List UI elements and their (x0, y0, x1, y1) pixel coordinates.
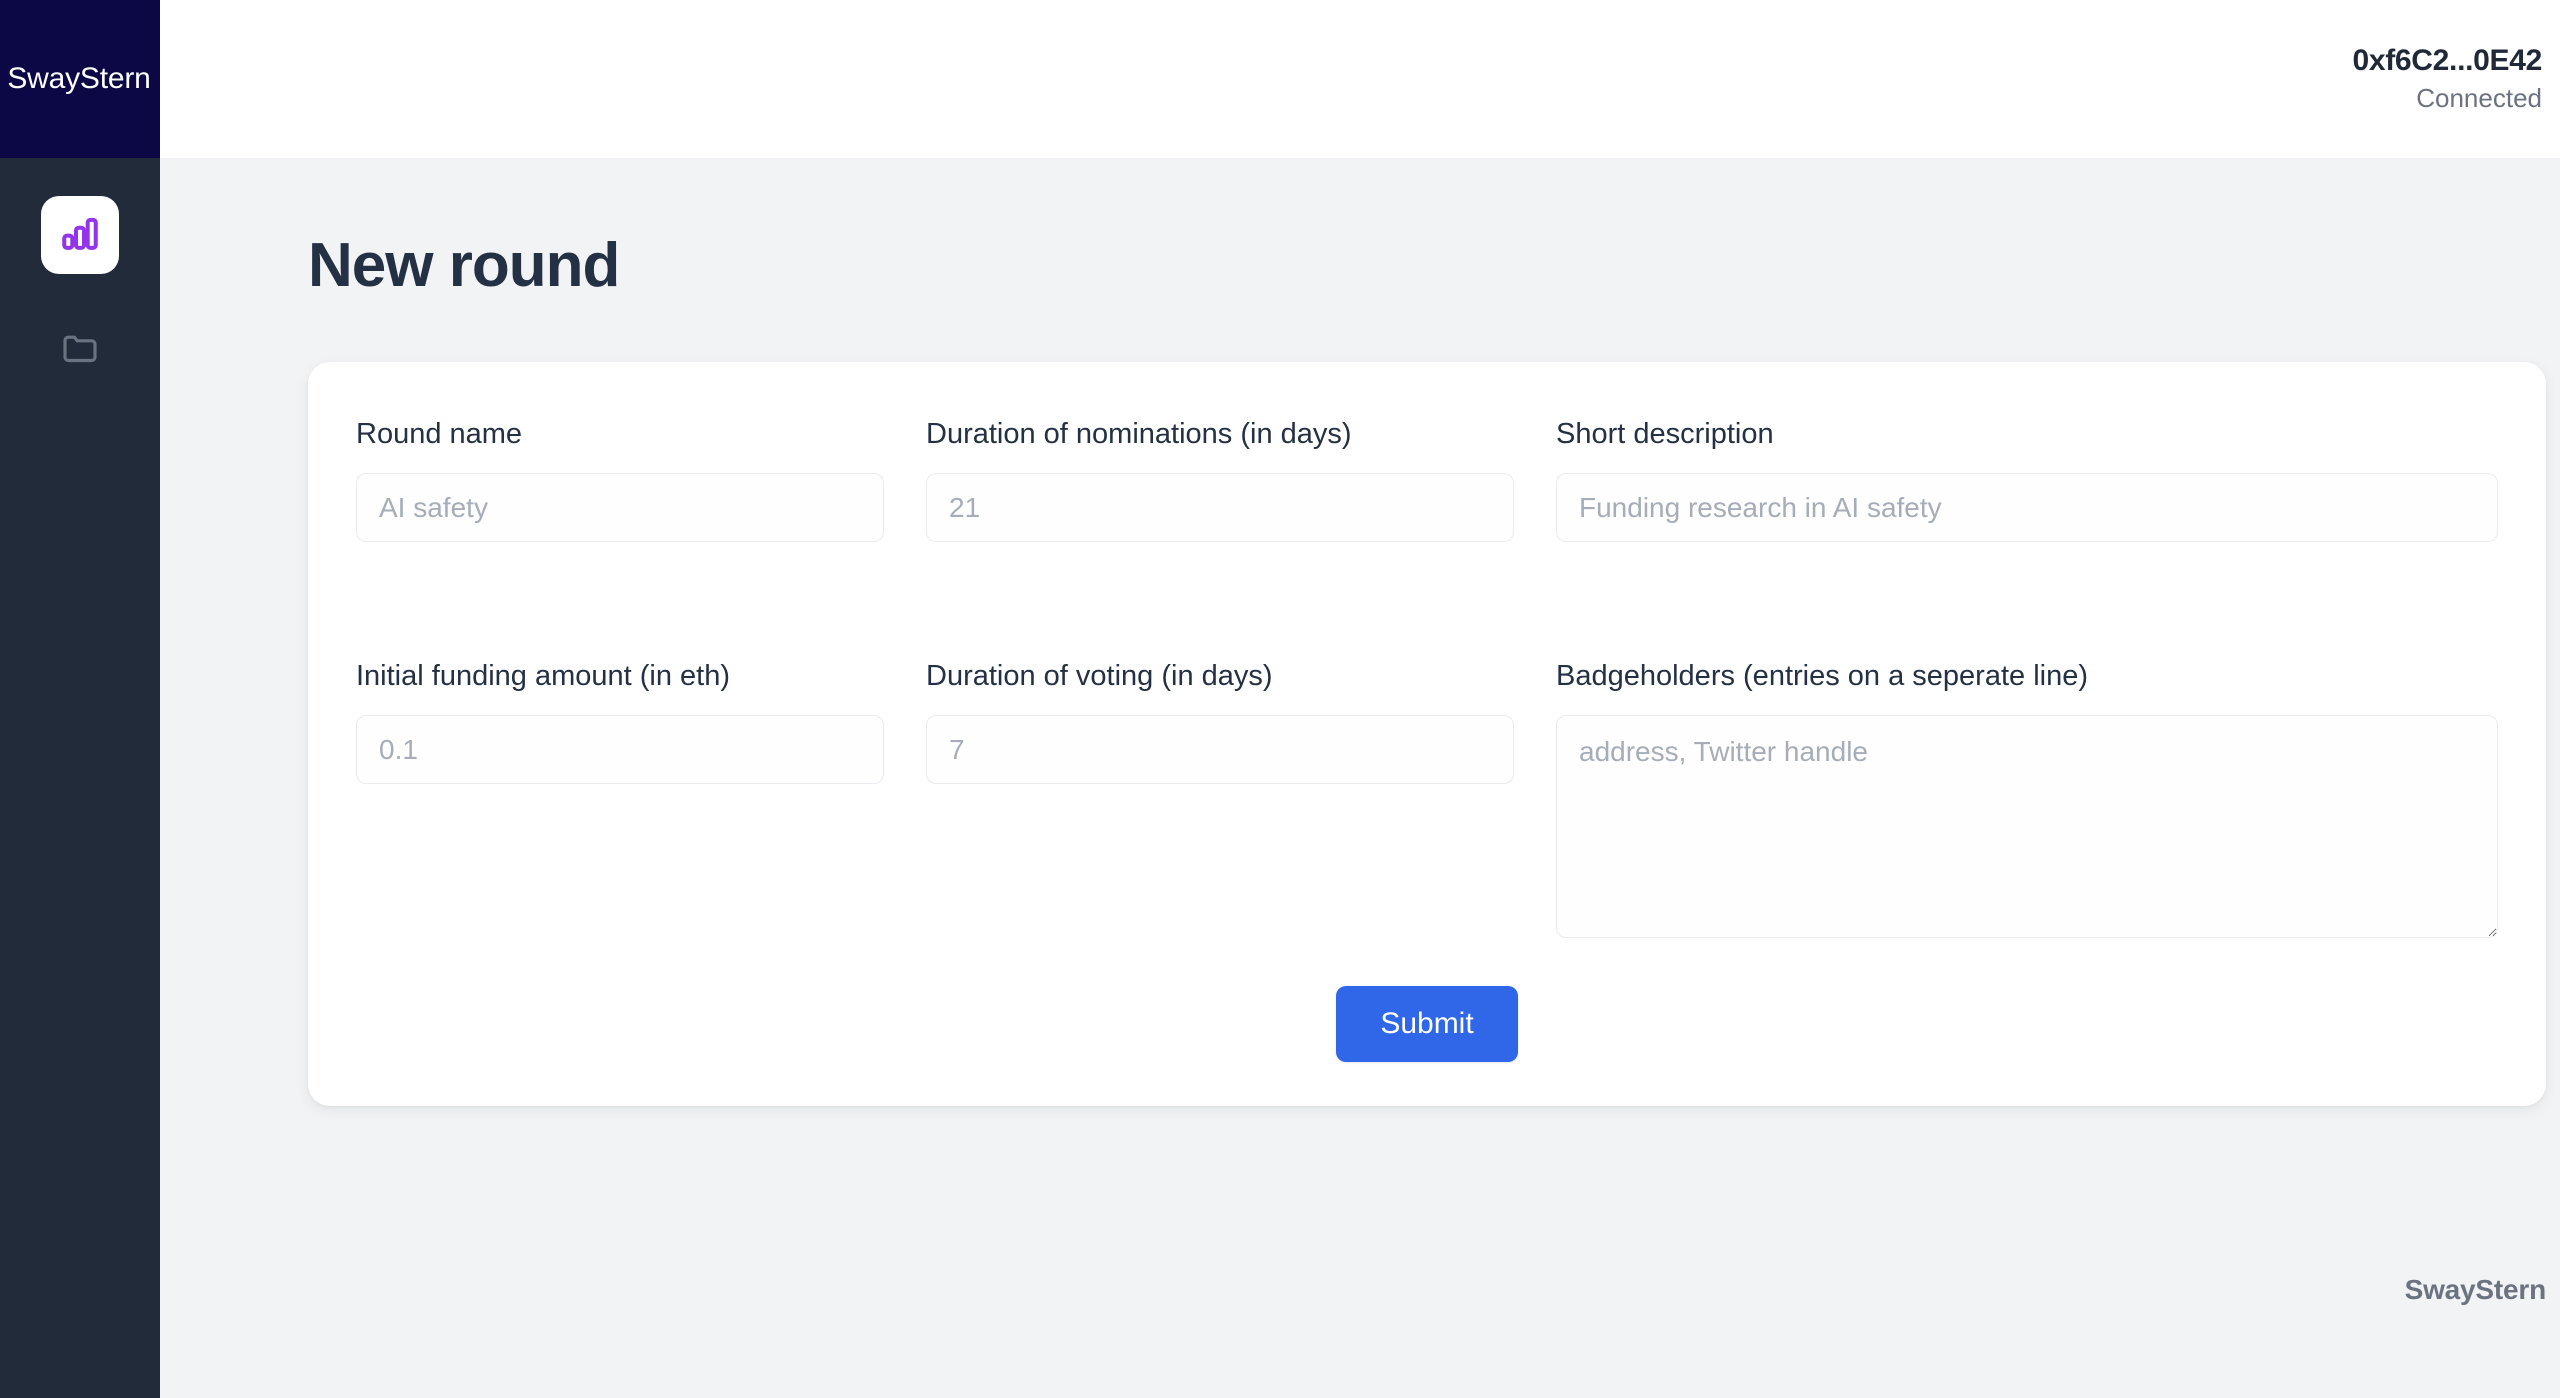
page-title: New round (308, 231, 620, 300)
label-duration-of-voting: Duration of voting (in days) (926, 660, 1273, 692)
sidebar: SwayStern (0, 0, 160, 1398)
field-initial-funding-amount: Initial funding amount (in eth) (356, 542, 926, 938)
bar-chart-icon (59, 212, 101, 259)
sidebar-item-projects[interactable] (41, 322, 119, 378)
duration-of-nominations-input[interactable] (926, 473, 1514, 542)
badgeholders-textarea[interactable] (1556, 715, 2498, 938)
wallet-info[interactable]: 0xf6C2...0E42 Connected (2352, 43, 2542, 115)
initial-funding-amount-input[interactable] (356, 715, 884, 784)
label-round-name: Round name (356, 418, 523, 450)
short-description-input[interactable] (1556, 473, 2498, 542)
top-bar: 0xf6C2...0E42 Connected (160, 0, 2560, 158)
field-duration-of-voting: Duration of voting (in days) (926, 542, 1556, 938)
app-root: SwayStern 0xf6C2...0E42 Connected New ro… (0, 0, 2560, 1398)
new-round-form-card: Round name Duration of nominations (in d… (308, 362, 2546, 1106)
duration-of-voting-input[interactable] (926, 715, 1514, 784)
label-badgeholders: Badgeholders (entries on a seperate line… (1556, 660, 2088, 692)
form-grid: Round name Duration of nominations (in d… (356, 418, 2498, 938)
field-duration-of-nominations: Duration of nominations (in days) (926, 418, 1556, 542)
sidebar-brand: SwayStern (0, 0, 160, 158)
wallet-address: 0xf6C2...0E42 (2352, 43, 2542, 77)
round-name-input[interactable] (356, 473, 884, 542)
label-short-description: Short description (1556, 418, 1774, 450)
submit-row: Submit (356, 986, 2498, 1062)
sidebar-item-rounds[interactable] (41, 196, 119, 274)
field-round-name: Round name (356, 418, 926, 542)
field-badgeholders: Badgeholders (entries on a seperate line… (1556, 542, 2498, 938)
label-duration-of-nominations: Duration of nominations (in days) (926, 418, 1352, 450)
brand-name: SwayStern (7, 62, 151, 95)
footer-brand: SwayStern (2404, 1274, 2547, 1305)
connection-status: Connected (2416, 83, 2542, 114)
sidebar-nav (0, 158, 160, 378)
page-content: New round Round name Duration of nominat… (160, 158, 2560, 1398)
main-area: 0xf6C2...0E42 Connected New round Round … (160, 0, 2560, 1398)
folder-icon (60, 328, 100, 373)
field-short-description: Short description (1556, 418, 2498, 542)
submit-button[interactable]: Submit (1336, 986, 1518, 1062)
label-initial-funding-amount: Initial funding amount (in eth) (356, 660, 730, 692)
